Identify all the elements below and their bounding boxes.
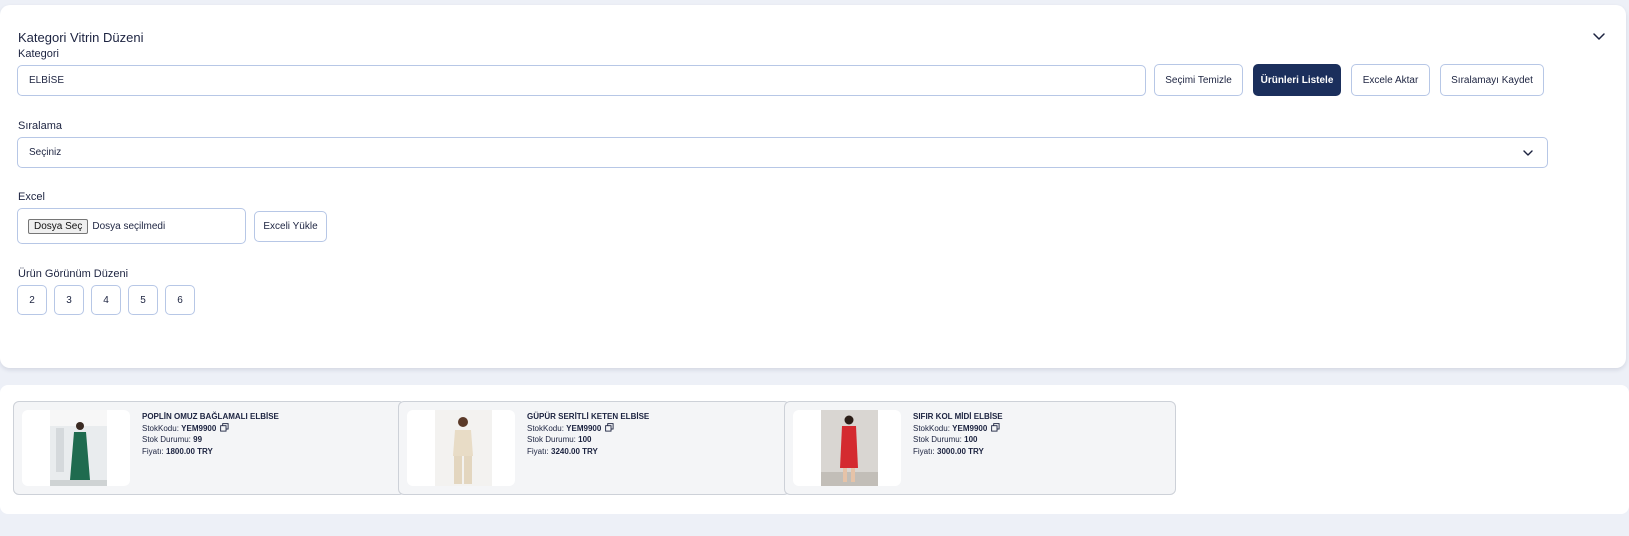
layout-label: Ürün Görünüm Düzeni: [18, 268, 129, 280]
stock-code: YEM9900: [566, 423, 602, 433]
export-excel-button[interactable]: Excele Aktar: [1351, 64, 1430, 96]
layout-option-2[interactable]: 2: [17, 285, 47, 315]
category-label: Kategori: [18, 48, 59, 60]
stock-code-label: StokKodu:: [913, 423, 950, 433]
chevron-down-icon[interactable]: [1591, 28, 1607, 44]
product-info: POPLİN OMUZ BAĞLAMALI ELBİSE StokKodu: Y…: [142, 411, 279, 457]
price: 1800.00 TRY: [166, 446, 213, 456]
stock-code: YEM9900: [952, 423, 988, 433]
stock-code-label: StokKodu:: [142, 423, 179, 433]
product-info: SIFIR KOL MİDİ ELBİSE StokKodu: YEM9900 …: [913, 411, 1003, 457]
stock-status: 99: [193, 435, 203, 444]
product-name: SIFIR KOL MİDİ ELBİSE: [913, 412, 1003, 421]
product-photo: [50, 410, 107, 486]
price-label: Fiyatı:: [527, 446, 549, 456]
stock-status: 100: [964, 435, 978, 444]
price-label: Fiyatı:: [142, 446, 164, 456]
copy-icon[interactable]: [991, 422, 1000, 432]
stock-code: YEM9900: [181, 423, 217, 433]
product-card[interactable]: GÜPÜR SERİTLİ KETEN ELBİSE StokKodu: YEM…: [398, 401, 790, 495]
layout-option-6[interactable]: 6: [165, 285, 195, 315]
product-image: [22, 410, 130, 486]
save-order-button[interactable]: Sıralamayı Kaydet: [1440, 64, 1544, 96]
sort-selected-value: Seçiniz: [29, 147, 62, 158]
dress-shape: [453, 430, 473, 456]
price: 3000.00 TRY: [937, 446, 984, 456]
choose-file-button[interactable]: Dosya Seç: [28, 218, 89, 234]
layout-option-4[interactable]: 4: [91, 285, 121, 315]
product-card[interactable]: SIFIR KOL MİDİ ELBİSE StokKodu: YEM9900 …: [784, 401, 1176, 495]
price-label: Fiyatı:: [913, 446, 935, 456]
price: 3240.00 TRY: [551, 446, 598, 456]
copy-icon[interactable]: [605, 422, 614, 432]
product-name: POPLİN OMUZ BAĞLAMALI ELBİSE: [142, 412, 279, 421]
product-name: GÜPÜR SERİTLİ KETEN ELBİSE: [527, 412, 650, 421]
excel-file-input[interactable]: Dosya Seç Dosya seçilmedi: [17, 208, 246, 244]
sort-select[interactable]: Seçiniz: [17, 137, 1548, 168]
layout-option-5[interactable]: 5: [128, 285, 158, 315]
excel-label: Excel: [18, 191, 45, 203]
category-input[interactable]: ELBİSE: [17, 65, 1146, 96]
stock-status-label: Stok Durumu:: [913, 435, 962, 444]
product-image: [793, 410, 901, 486]
layout-option-3[interactable]: 3: [54, 285, 84, 315]
category-value: ELBİSE: [29, 75, 65, 86]
stock-status-label: Stok Durumu:: [142, 435, 191, 444]
stock-status-label: Stok Durumu:: [527, 435, 576, 444]
upload-excel-button[interactable]: Exceli Yükle: [254, 211, 327, 242]
sort-label: Sıralama: [18, 120, 63, 132]
stock-status: 100: [578, 435, 592, 444]
file-status: Dosya seçilmedi: [92, 220, 166, 232]
product-card[interactable]: POPLİN OMUZ BAĞLAMALI ELBİSE StokKodu: Y…: [13, 401, 405, 495]
stock-code-label: StokKodu:: [527, 423, 564, 433]
chevron-down-icon: [1523, 150, 1533, 156]
product-photo: [435, 410, 492, 486]
clear-selection-button[interactable]: Seçimi Temizle: [1154, 64, 1243, 96]
list-products-button[interactable]: Ürünleri Listele: [1253, 64, 1341, 96]
product-info: GÜPÜR SERİTLİ KETEN ELBİSE StokKodu: YEM…: [527, 411, 649, 457]
copy-icon[interactable]: [220, 422, 229, 432]
product-image: [407, 410, 515, 486]
showcase-settings-panel: Kategori Vitrin Düzeni Kategori ELBİSE S…: [0, 5, 1626, 368]
dress-shape: [840, 426, 858, 468]
product-photo: [821, 410, 878, 486]
panel-title: Kategori Vitrin Düzeni: [18, 30, 144, 45]
